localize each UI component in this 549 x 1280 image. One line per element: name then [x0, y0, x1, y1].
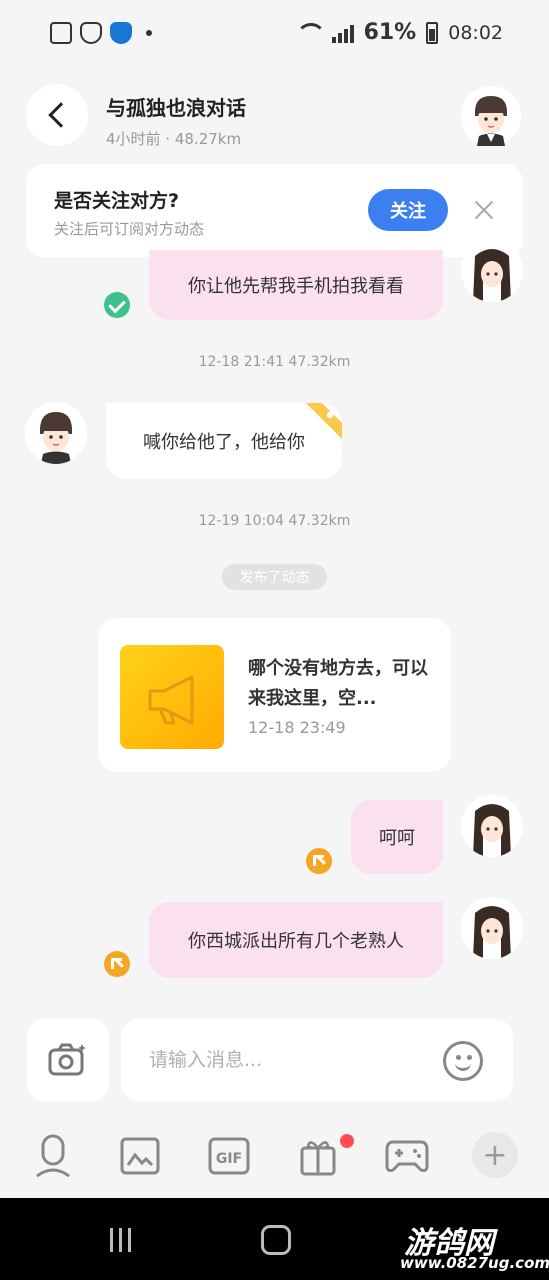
pending-arrow-icon[interactable] [306, 848, 332, 874]
message-bubble-mine[interactable]: 你西城派出所有几个老熟人 [149, 902, 443, 978]
back-button[interactable] [26, 84, 88, 146]
status-bar: 61% 08:02 [0, 0, 549, 70]
gif-label: GIF [216, 1151, 242, 1167]
message-text: 你西城派出所有几个老熟人 [188, 931, 404, 952]
message-bubble-mine[interactable]: 你让他先帮我手机拍我看看 [149, 250, 443, 320]
more-button[interactable]: + [472, 1132, 518, 1178]
chat-header: 与孤独也浪对话 4小时前 · 48.27km [0, 84, 549, 154]
contact-name: 与孤独也浪对话 [106, 96, 246, 120]
status-icons [50, 22, 152, 44]
avatar[interactable] [461, 86, 521, 146]
home-button[interactable] [261, 1225, 291, 1255]
sent-check-icon [104, 292, 130, 318]
battery-percent: 61% [363, 20, 417, 45]
shared-post-card[interactable]: 哪个没有地方去，可以来我这里，空... 12-18 23:49 [98, 618, 451, 772]
clock: 08:02 [448, 21, 503, 44]
pending-arrow-icon[interactable] [104, 951, 130, 977]
post-activity-pill: 发布了动态 [222, 564, 327, 590]
bubble-badge-icon [306, 403, 342, 439]
follow-prompt-title: 是否关注对方? [54, 190, 180, 212]
follow-prompt-card: 是否关注对方? 关注后可订阅对方动态 关注 [26, 164, 523, 257]
gift-icon [300, 1141, 336, 1176]
message-text: 你让他先帮我手机拍我看看 [188, 276, 404, 297]
gamepad-icon [385, 1140, 429, 1172]
post-text: 哪个没有地方去，可以来我这里，空... [248, 658, 428, 709]
system-nav-bar: 游鸽网 www.0827ug.com [0, 1198, 549, 1280]
voice-button[interactable] [28, 1128, 78, 1184]
message-timestamp: 12-19 10:04 47.32km [198, 513, 351, 529]
recent-apps-button[interactable] [110, 1228, 131, 1252]
emoji-icon[interactable] [443, 1041, 483, 1081]
close-icon[interactable] [472, 198, 496, 222]
gif-button[interactable]: GIF [204, 1128, 254, 1184]
more-notifications-icon [146, 30, 152, 36]
camera-button[interactable] [27, 1019, 109, 1101]
contact-meta: 4小时前 · 48.27km [106, 130, 242, 148]
chat-toolbar: GIF [0, 1128, 549, 1184]
watermark-url: www.0827ug.com [400, 1254, 549, 1272]
gallery-icon [50, 22, 72, 44]
my-avatar[interactable] [461, 240, 523, 302]
message-text: 呵呵 [379, 828, 415, 849]
image-button[interactable] [115, 1128, 165, 1184]
follow-button[interactable]: 关注 [368, 189, 448, 231]
message-timestamp: 12-18 21:41 47.32km [198, 354, 351, 370]
message-bubble-mine[interactable]: 呵呵 [351, 800, 443, 874]
wifi-icon [295, 22, 326, 43]
signal-icon [331, 23, 354, 43]
battery-icon [426, 21, 439, 44]
image-icon [120, 1137, 160, 1175]
gift-button[interactable] [293, 1128, 343, 1184]
plus-icon: + [482, 1137, 508, 1173]
shield-icon [80, 22, 102, 44]
notification-badge [340, 1134, 354, 1148]
contact-avatar[interactable] [25, 402, 87, 464]
camera-icon [48, 1043, 86, 1076]
follow-prompt-subtitle: 关注后可订阅对方动态 [54, 220, 205, 238]
megaphone-icon [148, 675, 194, 725]
voice-icon [36, 1134, 70, 1178]
security-app-icon [110, 22, 132, 44]
my-avatar[interactable] [461, 795, 523, 857]
post-thumbnail [120, 645, 224, 749]
my-avatar[interactable] [461, 897, 523, 959]
gif-icon: GIF [208, 1137, 250, 1175]
message-text: 喊你给他了，他给你 [143, 432, 305, 453]
game-button[interactable] [382, 1128, 432, 1184]
post-time: 12-18 23:49 [248, 718, 346, 737]
chevron-left-icon [48, 102, 74, 128]
